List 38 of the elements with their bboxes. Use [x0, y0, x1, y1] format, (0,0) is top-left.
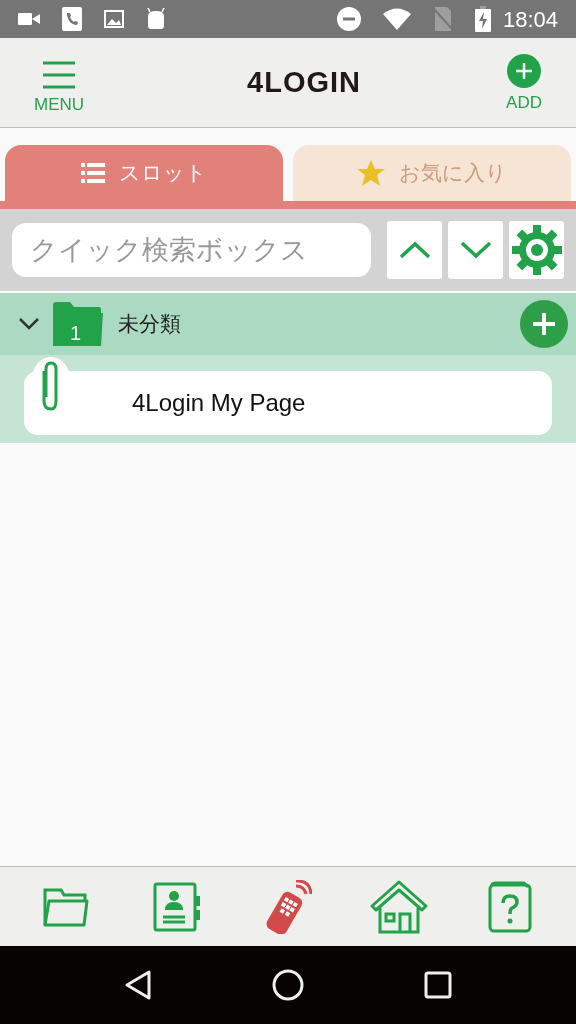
tab[interactable]: お気に入り — [293, 145, 571, 201]
folder-row[interactable]: 1 未分類 — [0, 293, 576, 355]
home-circle-icon[interactable] — [272, 969, 304, 1001]
move-down-button[interactable] — [448, 221, 503, 279]
image-icon — [104, 10, 124, 28]
star-icon — [357, 160, 385, 186]
back-icon[interactable] — [124, 970, 152, 1000]
chevron-up-icon — [398, 241, 431, 259]
robot-icon — [146, 8, 166, 30]
tab[interactable]: スロット — [5, 145, 283, 201]
home-icon — [369, 879, 430, 934]
search-field[interactable]: クイック検索ボックス — [12, 223, 371, 277]
menu-button[interactable]: MENU — [34, 52, 85, 113]
plus-circle-icon — [507, 54, 542, 88]
wifi-icon — [382, 8, 411, 30]
plus-icon — [531, 311, 557, 337]
menu-icon — [42, 60, 77, 89]
settings-icon — [511, 225, 562, 275]
move-up-button[interactable] — [387, 221, 442, 279]
chevron-down-icon[interactable] — [18, 317, 40, 331]
phone-icon — [62, 7, 82, 31]
help-book-icon — [488, 880, 533, 933]
clock-time: 18:04 — [502, 5, 558, 34]
recents-icon[interactable] — [424, 971, 452, 999]
add-item-button[interactable] — [520, 300, 568, 348]
app-logo: 4LOGIN — [247, 64, 362, 100]
list-icon — [81, 163, 105, 183]
folder-icon — [42, 886, 89, 927]
contact-book-icon — [152, 881, 201, 932]
add-button[interactable]: ADD — [506, 54, 542, 111]
battery-charging-icon — [474, 6, 491, 32]
folder-name: 未分類 — [118, 311, 181, 338]
chevron-down-icon — [459, 241, 492, 259]
no-sim-icon — [432, 7, 453, 31]
bookmark-item[interactable]: 4Login My Page — [24, 371, 552, 435]
do-not-disturb-icon — [336, 7, 361, 31]
video-camera-icon — [18, 12, 40, 26]
settings-button[interactable] — [509, 221, 564, 279]
